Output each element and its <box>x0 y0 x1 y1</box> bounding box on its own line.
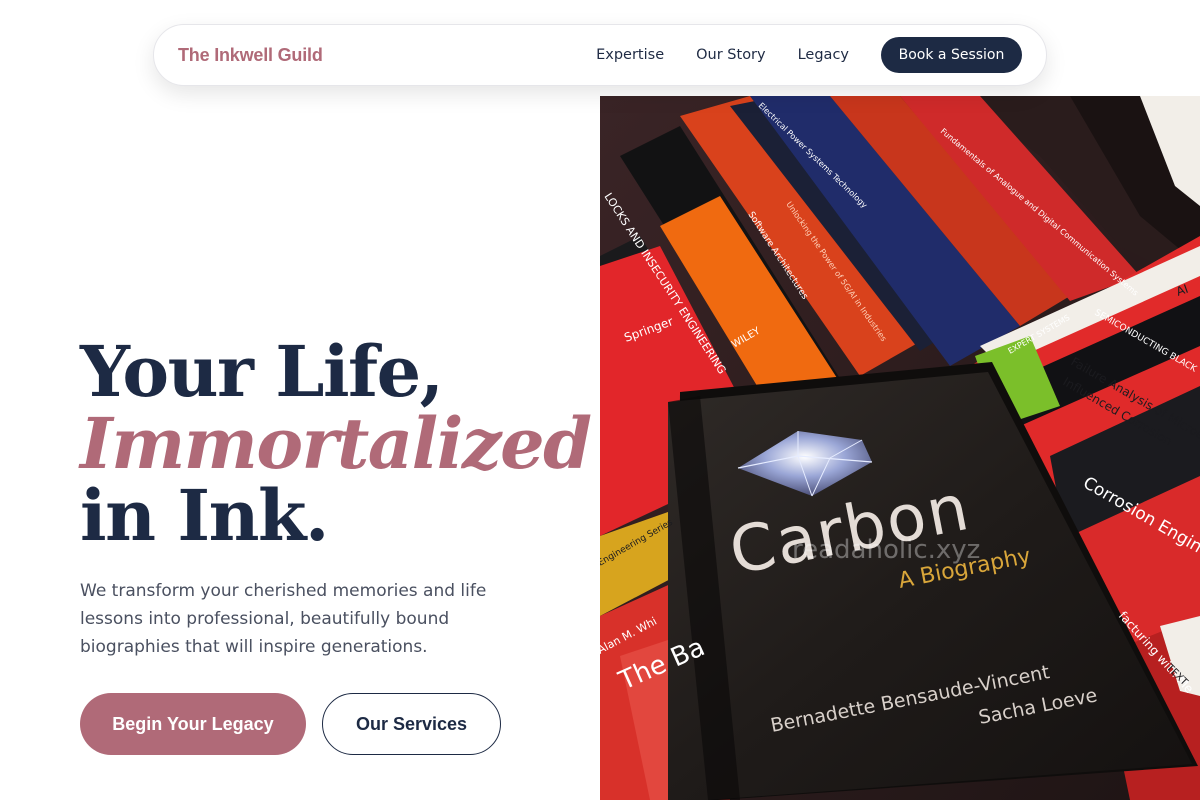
hero-headline: Your Life, Immortalized in Ink. <box>80 330 592 557</box>
nav-links: Expertise Our Story Legacy Book a Sessio… <box>596 37 1022 73</box>
hero-image: Carbon A Biography Bernadette Bensaude-V… <box>600 96 1200 800</box>
headline-line-3: in Ink. <box>80 474 329 557</box>
brand-logo[interactable]: The Inkwell Guild <box>178 45 323 66</box>
nav-link-our-story[interactable]: Our Story <box>696 47 765 63</box>
headline-line-2: Immortalized <box>80 402 592 485</box>
nav-link-legacy[interactable]: Legacy <box>798 47 849 63</box>
watermark: readaholic.xyz <box>792 535 980 565</box>
begin-legacy-button[interactable]: Begin Your Legacy <box>80 693 306 755</box>
hero-subtext: We transform your cherished memories and… <box>80 581 487 657</box>
book-stack-photo: Carbon A Biography Bernadette Bensaude-V… <box>600 96 1200 800</box>
nav-link-expertise[interactable]: Expertise <box>596 47 664 63</box>
navbar: The Inkwell Guild Expertise Our Story Le… <box>153 24 1047 86</box>
our-services-button[interactable]: Our Services <box>322 693 501 755</box>
headline-line-1: Your Life, <box>80 330 444 413</box>
book-session-button[interactable]: Book a Session <box>881 37 1022 73</box>
